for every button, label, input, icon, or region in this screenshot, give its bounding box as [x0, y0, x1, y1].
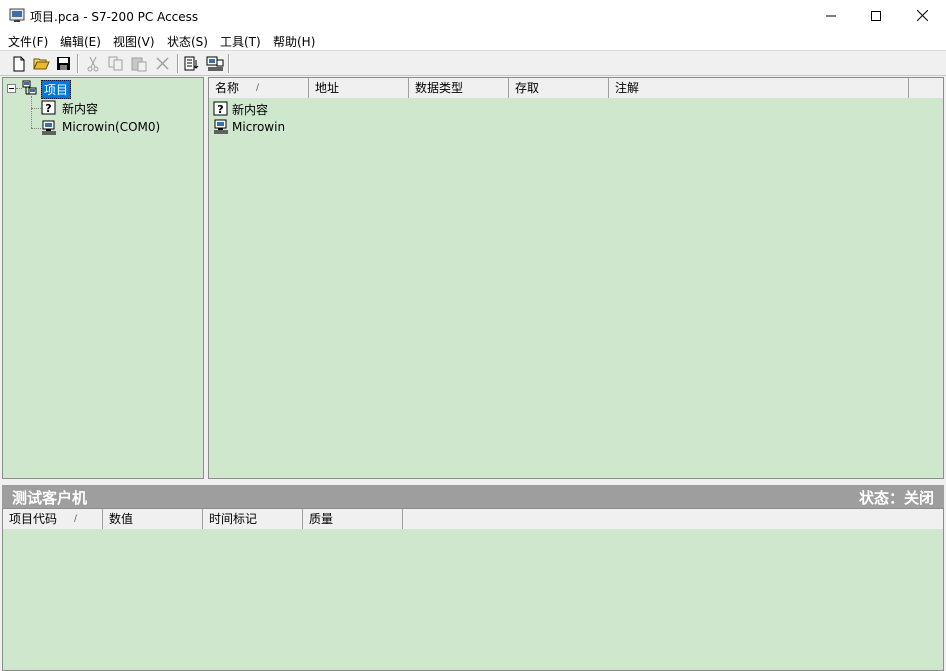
delete-icon	[155, 57, 169, 70]
tree-item-project[interactable]: 项目	[41, 80, 72, 99]
test-client-title: 测试客户机	[12, 489, 88, 507]
list-header: 名称 ∕ 地址 数据类型 存取 注解	[209, 78, 943, 98]
tree-connector	[31, 96, 32, 128]
list-item-name: 新内容	[232, 102, 269, 117]
column-header-filler	[403, 509, 943, 529]
project-icon	[22, 80, 37, 95]
plc-icon	[214, 119, 228, 134]
test-client-icon	[206, 56, 224, 71]
close-button[interactable]	[899, 0, 945, 31]
minimize-icon	[826, 15, 836, 16]
tree-item-microwin[interactable]: Microwin(COM0)	[62, 120, 160, 134]
paste-icon	[131, 57, 147, 71]
toolbar	[0, 51, 946, 76]
delete-button[interactable]	[152, 54, 172, 73]
menu-edit[interactable]: 编辑(E)	[60, 33, 101, 50]
cut-icon	[87, 56, 99, 71]
paste-button[interactable]	[129, 54, 149, 73]
new-button[interactable]	[9, 54, 29, 73]
close-icon	[916, 10, 928, 21]
title-bar: 项目.pca - S7-200 PC Access	[0, 0, 946, 31]
menu-view[interactable]: 视图(V)	[113, 33, 155, 50]
tree-connector	[31, 108, 41, 109]
column-header-address[interactable]: 地址	[309, 78, 409, 98]
column-header-comment[interactable]: 注解	[609, 78, 909, 98]
column-header-value[interactable]: 数值	[103, 509, 203, 529]
column-header-access[interactable]: 存取	[509, 78, 609, 98]
menu-file[interactable]: 文件(F)	[8, 33, 48, 50]
client-list-header: 项目代码 ∕ 数值 时间标记 质量	[3, 509, 943, 529]
menu-status[interactable]: 状态(S)	[167, 33, 208, 50]
list-item[interactable]: ? 新内容	[213, 100, 268, 118]
collapse-icon[interactable]	[7, 84, 16, 93]
new-file-icon	[13, 56, 25, 71]
svg-text:?: ?	[45, 102, 51, 115]
sort-ascending-icon: ∕	[256, 83, 260, 93]
toolbar-separator	[177, 54, 179, 73]
toolbar-separator	[77, 54, 79, 73]
unknown-item-icon: ?	[41, 100, 56, 115]
menu-tools[interactable]: 工具(T)	[220, 33, 261, 50]
test-client-status: 状态：关闭	[858, 489, 934, 507]
copy-icon	[108, 56, 123, 71]
maximize-icon	[871, 10, 881, 21]
menu-help[interactable]: 帮助(H)	[273, 33, 315, 50]
unknown-item-icon: ?	[213, 101, 228, 116]
item-list[interactable]: 名称 ∕ 地址 数据类型 存取 注解 ? 新内容 Microwin	[208, 77, 944, 479]
column-header-timestamp[interactable]: 时间标记	[203, 509, 303, 529]
save-button[interactable]	[53, 54, 73, 73]
column-header-label: 项目代码	[9, 512, 58, 526]
column-header-item-code[interactable]: 项目代码 ∕	[3, 509, 103, 529]
svg-text:?: ?	[217, 103, 223, 116]
column-header-quality[interactable]: 质量	[303, 509, 403, 529]
open-folder-icon	[32, 58, 50, 70]
column-header-label: 名称	[215, 81, 240, 95]
toolbar-separator	[228, 54, 230, 73]
tree-connector	[31, 128, 41, 129]
list-item[interactable]: Microwin	[213, 118, 285, 136]
add-to-client-icon	[184, 56, 199, 70]
test-client-list[interactable]: 项目代码 ∕ 数值 时间标记 质量	[2, 508, 944, 671]
list-item-name: Microwin	[232, 120, 286, 134]
column-header-filler	[909, 78, 943, 98]
window-title: 项目.pca - S7-200 PC Access	[30, 10, 199, 24]
column-header-data-type[interactable]: 数据类型	[409, 78, 509, 98]
cut-button[interactable]	[83, 54, 103, 73]
tree-item-new-content[interactable]: 新内容	[62, 100, 98, 117]
test-client-button[interactable]	[205, 54, 225, 73]
minimize-button[interactable]	[808, 0, 854, 31]
menu-bar: 文件(F) 编辑(E) 视图(V) 状态(S) 工具(T) 帮助(H)	[0, 31, 946, 51]
maximize-button[interactable]	[853, 0, 899, 31]
test-client-title-bar: 测试客户机 状态：关闭	[2, 485, 944, 508]
add-to-client-button[interactable]	[182, 54, 202, 73]
app-icon	[9, 8, 25, 22]
save-icon	[56, 57, 70, 70]
open-button[interactable]	[31, 54, 51, 73]
project-tree[interactable]: 项目 ? 新内容 Microwin(COM0)	[2, 77, 204, 479]
copy-button[interactable]	[106, 54, 126, 73]
column-header-name[interactable]: 名称 ∕	[209, 78, 309, 98]
sort-ascending-icon: ∕	[74, 514, 78, 524]
plc-icon	[42, 120, 56, 135]
